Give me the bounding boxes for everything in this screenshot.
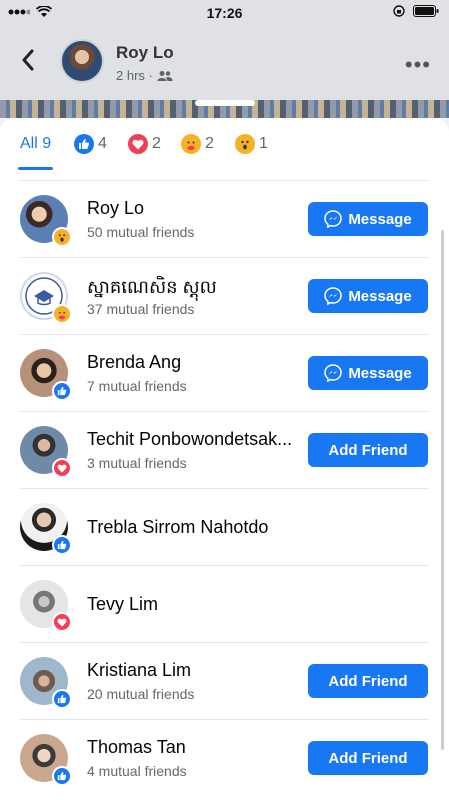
tab-love[interactable]: 2 xyxy=(128,118,161,170)
status-bar: 17:26 xyxy=(0,0,449,26)
post-header: Roy Lo 2 hrs · ••• xyxy=(0,26,449,100)
lock-rotation-icon xyxy=(393,5,405,17)
like-icon xyxy=(52,381,72,401)
list-item[interactable]: Techit Ponbowondetsak... 3 mutual friend… xyxy=(0,412,449,489)
reactor-name[interactable]: Tevy Lim xyxy=(87,594,158,615)
tab-care[interactable]: 2 xyxy=(181,118,214,170)
list-item[interactable]: Tevy Lim xyxy=(0,566,449,643)
mutual-friends: 20 mutual friends xyxy=(87,686,195,702)
chevron-left-icon xyxy=(22,49,34,71)
tab-care-count: 2 xyxy=(205,135,214,152)
tab-like[interactable]: 4 xyxy=(74,118,107,170)
tab-all[interactable]: All 9 xyxy=(17,118,54,170)
mutual-friends: 4 mutual friends xyxy=(87,763,187,779)
add-friend-button[interactable]: Add Friend xyxy=(308,433,428,467)
message-button-label: Message xyxy=(348,210,412,228)
add-friend-label: Add Friend xyxy=(328,441,408,459)
reactor-name[interactable]: Thomas Tan xyxy=(87,737,186,758)
reactor-name[interactable]: ស្នាគណេសិន ស្ដុល xyxy=(87,275,217,302)
care-icon xyxy=(52,304,72,324)
mutual-friends: 37 mutual friends xyxy=(87,301,195,317)
like-icon xyxy=(52,535,72,555)
reactor-name[interactable]: Brenda Ang xyxy=(87,352,181,373)
message-button[interactable]: Message xyxy=(308,202,428,236)
messenger-icon xyxy=(324,210,343,228)
care-icon xyxy=(181,134,201,154)
add-friend-label: Add Friend xyxy=(328,749,408,767)
reactor-name[interactable]: Techit Ponbowondetsak... xyxy=(87,429,292,450)
love-icon xyxy=(52,458,72,478)
tab-love-count: 2 xyxy=(152,135,161,152)
back-button[interactable] xyxy=(14,46,42,74)
tab-like-count: 4 xyxy=(98,135,107,152)
list-item[interactable]: Roy Lo 50 mutual friends Message xyxy=(0,181,449,258)
reactions-sheet: All 9 4 2 2 1 Roy Lo 50 mutual friends M… xyxy=(0,118,449,800)
messenger-icon xyxy=(324,364,343,382)
list-item[interactable]: Kristiana Lim 20 mutual friends Add Frie… xyxy=(0,643,449,720)
list-item[interactable]: ស្នាគណេសិន ស្ដុល 37 mutual friends Messa… xyxy=(0,258,449,335)
list-item[interactable]: Brenda Ang 7 mutual friends Message xyxy=(0,335,449,412)
add-friend-button[interactable]: Add Friend xyxy=(308,741,428,775)
tab-all-label: All 9 xyxy=(20,135,52,152)
status-time: 17:26 xyxy=(206,5,243,21)
love-icon xyxy=(52,612,72,632)
reactor-list[interactable]: Roy Lo 50 mutual friends Message ស្នាគណេ… xyxy=(0,170,449,800)
like-icon xyxy=(74,134,94,154)
sheet-grabber[interactable] xyxy=(195,100,255,106)
mutual-friends: 3 mutual friends xyxy=(87,455,187,471)
like-icon xyxy=(52,689,72,709)
reactor-name[interactable]: Kristiana Lim xyxy=(87,660,191,681)
header-name[interactable]: Roy Lo xyxy=(116,43,174,63)
post-time: 2 hrs · xyxy=(116,68,153,83)
add-friend-label: Add Friend xyxy=(328,672,408,690)
friends-audience-icon xyxy=(157,70,173,81)
add-friend-button[interactable]: Add Friend xyxy=(308,664,428,698)
reactor-name[interactable]: Trebla Sirrom Nahotdo xyxy=(87,517,268,538)
like-icon xyxy=(52,766,72,786)
reaction-tabs: All 9 4 2 2 1 xyxy=(0,118,449,170)
list-item[interactable]: Thomas Tan 4 mutual friends Add Friend xyxy=(0,720,449,797)
messenger-icon xyxy=(324,287,343,305)
scrollbar[interactable] xyxy=(441,230,444,750)
header-meta: 2 hrs · xyxy=(116,68,173,83)
mutual-friends: 7 mutual friends xyxy=(87,378,187,394)
header-avatar[interactable] xyxy=(60,39,104,83)
message-button-label: Message xyxy=(348,287,412,305)
more-options-button[interactable]: ••• xyxy=(405,52,431,78)
wow-icon xyxy=(235,134,255,154)
message-button[interactable]: Message xyxy=(308,356,428,390)
message-button[interactable]: Message xyxy=(308,279,428,313)
mutual-friends: 50 mutual friends xyxy=(87,224,195,240)
tab-wow-count: 1 xyxy=(259,135,268,152)
status-right xyxy=(393,5,439,17)
tab-wow[interactable]: 1 xyxy=(235,118,268,170)
battery-icon xyxy=(413,5,439,17)
reactor-name[interactable]: Roy Lo xyxy=(87,198,144,219)
message-button-label: Message xyxy=(348,364,412,382)
list-item[interactable]: Trebla Sirrom Nahotdo xyxy=(0,489,449,566)
love-icon xyxy=(128,134,148,154)
wow-icon xyxy=(52,227,72,247)
